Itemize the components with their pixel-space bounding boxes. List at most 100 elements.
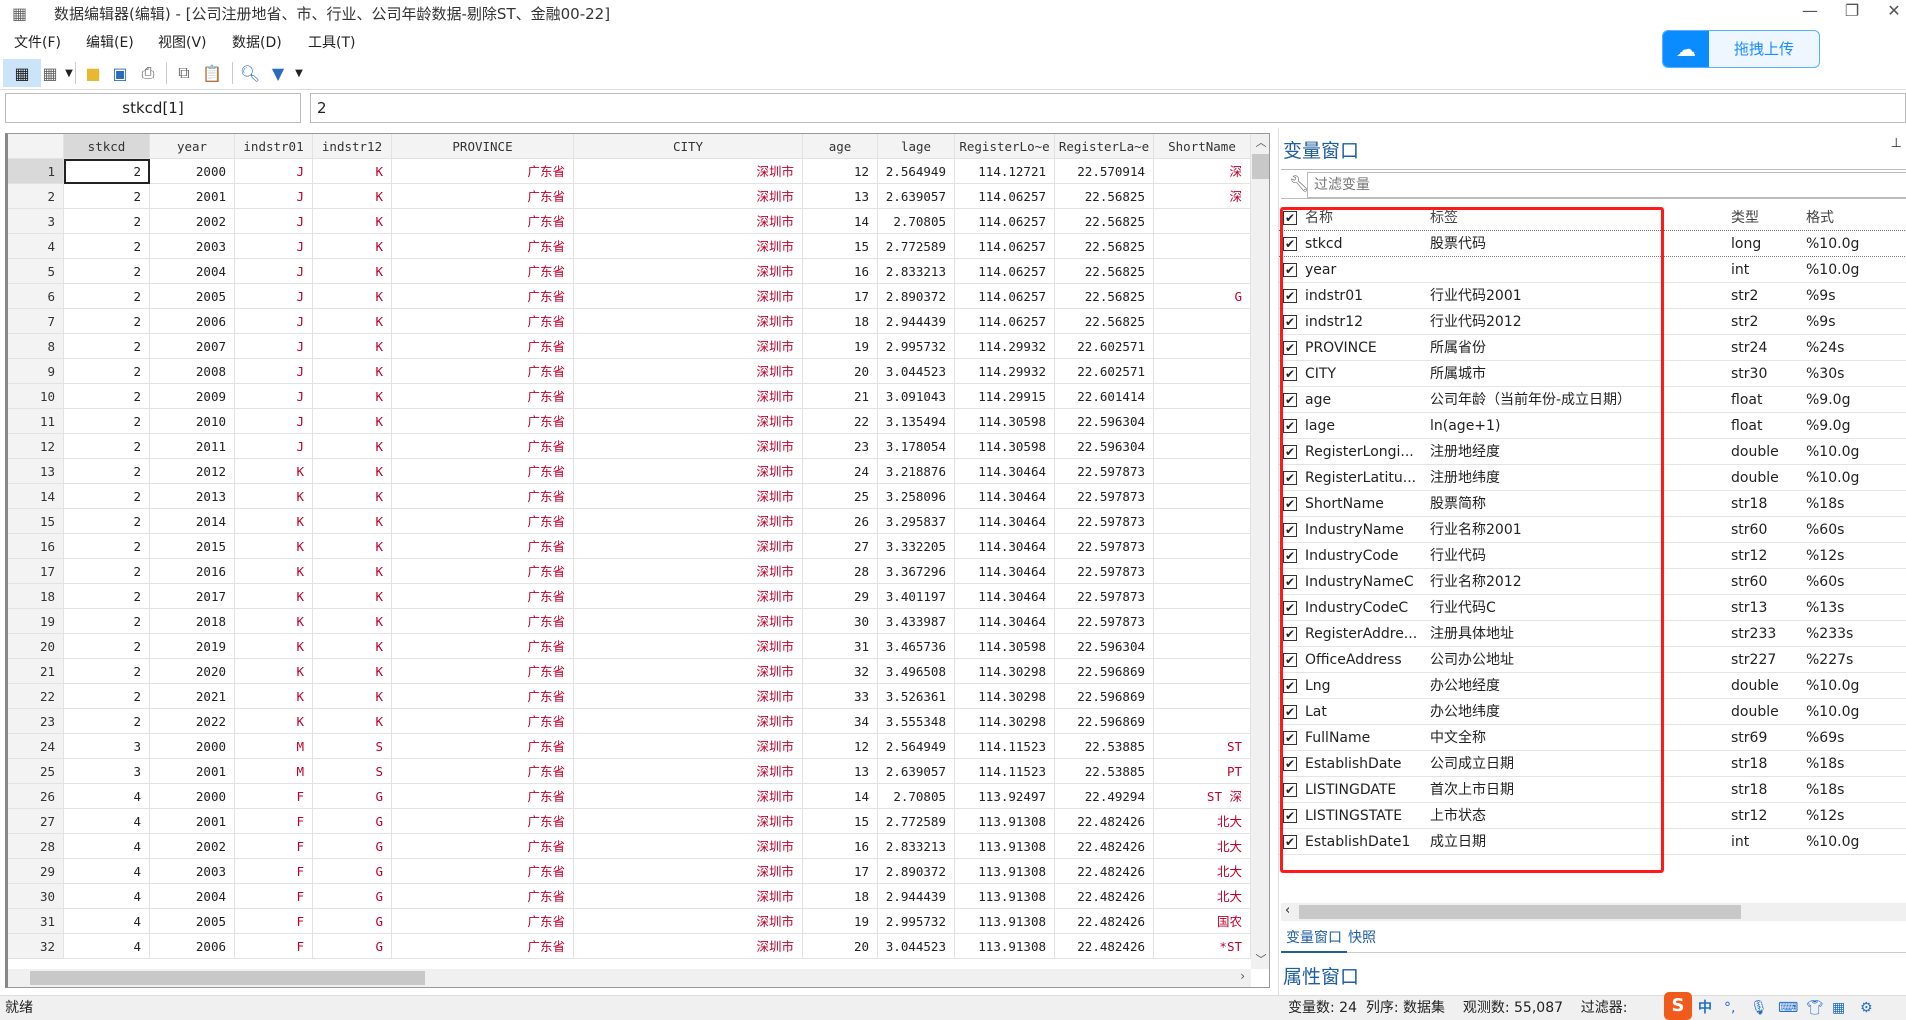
table-cell[interactable]: 广东省 [392,159,574,184]
table-cell[interactable]: 3 [64,734,150,759]
table-cell[interactable]: 114.30298 [955,659,1055,684]
table-cell[interactable]: 2.995732 [878,334,955,359]
table-cell[interactable]: 16 [803,834,878,859]
row-number[interactable]: 22 [8,684,64,709]
table-cell[interactable]: 22.596304 [1055,409,1154,434]
table-cell[interactable]: K [235,559,313,584]
close-button[interactable]: ✕ [1874,0,1906,24]
table-cell[interactable]: 33 [803,684,878,709]
table-cell[interactable]: 广东省 [392,759,574,784]
column-header[interactable]: indstr01 [235,134,313,159]
table-cell[interactable] [1154,659,1251,684]
scroll-right-icon[interactable]: › [1240,969,1245,983]
table-cell[interactable] [1154,409,1251,434]
row-number[interactable]: 16 [8,534,64,559]
table-cell[interactable]: 2 [64,259,150,284]
table-cell[interactable]: 15 [803,234,878,259]
row-number[interactable]: 4 [8,234,64,259]
table-cell[interactable]: 14 [803,209,878,234]
table-cell[interactable]: K [313,509,392,534]
table-cell[interactable]: 深圳市 [574,259,803,284]
row-number[interactable]: 2 [8,184,64,209]
table-cell[interactable]: 2 [64,584,150,609]
table-cell[interactable]: 深圳市 [574,909,803,934]
table-cell[interactable]: K [313,534,392,559]
table-cell[interactable]: 广东省 [392,259,574,284]
table-cell[interactable]: 2 [64,209,150,234]
table-cell[interactable]: 广东省 [392,909,574,934]
row-number[interactable]: 23 [8,709,64,734]
table-cell[interactable]: 114.30598 [955,634,1055,659]
table-cell[interactable]: 深圳市 [574,334,803,359]
table-cell[interactable]: 2000 [150,734,235,759]
table-cell[interactable]: 22.53885 [1055,734,1154,759]
table-cell[interactable]: 2.70805 [878,784,955,809]
column-header[interactable]: year [150,134,235,159]
table-cell[interactable]: 2.772589 [878,809,955,834]
table-cell[interactable]: 深圳市 [574,609,803,634]
table-cell[interactable]: 2 [64,634,150,659]
menu-tools[interactable]: 工具(T) [308,32,355,52]
table-cell[interactable]: 广东省 [392,859,574,884]
column-header[interactable]: indstr12 [313,134,392,159]
table-cell[interactable]: 2009 [150,384,235,409]
table-cell[interactable]: 深圳市 [574,209,803,234]
microphone-icon[interactable]: 🎙︎ [1750,996,1768,1020]
table-cell[interactable]: 2.639057 [878,184,955,209]
table-cell[interactable]: 23 [803,434,878,459]
table-cell[interactable]: K [313,184,392,209]
table-cell[interactable]: K [313,384,392,409]
table-cell[interactable]: K [313,159,392,184]
scroll-left-icon[interactable]: ‹ [1285,903,1290,918]
table-cell[interactable]: 3.367296 [878,559,955,584]
ime-chinese-icon[interactable]: 中 [1698,996,1712,1020]
table-cell[interactable]: 广东省 [392,784,574,809]
table-cell[interactable]: 114.11523 [955,734,1055,759]
row-number[interactable]: 10 [8,384,64,409]
table-cell[interactable] [1154,534,1251,559]
scroll-thumb[interactable] [1299,905,1741,919]
table-cell[interactable]: 深圳市 [574,634,803,659]
column-header[interactable]: CITY [574,134,803,159]
table-cell[interactable]: 深圳市 [574,459,803,484]
table-cell[interactable]: ST [1154,734,1251,759]
keyboard-icon[interactable]: ⌨ [1778,996,1798,1020]
table-cell[interactable]: 22.597873 [1055,509,1154,534]
table-cell[interactable] [1154,609,1251,634]
row-number[interactable]: 27 [8,809,64,834]
table-cell[interactable]: 2 [64,659,150,684]
table-cell[interactable]: 深圳市 [574,234,803,259]
copy-icon[interactable]: ⧉ [170,59,198,87]
table-cell[interactable]: J [235,409,313,434]
menu-file[interactable]: 文件(F) [14,32,61,52]
row-number[interactable]: 29 [8,859,64,884]
table-cell[interactable]: J [235,359,313,384]
table-cell[interactable]: 113.91308 [955,834,1055,859]
table-cell[interactable]: 广东省 [392,659,574,684]
table-cell[interactable]: K [235,484,313,509]
table-cell[interactable]: 22.56825 [1055,184,1154,209]
table-cell[interactable]: 32 [803,659,878,684]
table-cell[interactable]: 2.564949 [878,734,955,759]
table-cell[interactable]: 4 [64,884,150,909]
table-cell[interactable]: 2.890372 [878,859,955,884]
table-cell[interactable]: 广东省 [392,734,574,759]
table-cell[interactable]: G [313,784,392,809]
table-cell[interactable]: G [313,859,392,884]
row-number[interactable]: 9 [8,359,64,384]
table-cell[interactable]: K [235,609,313,634]
table-cell[interactable]: 22.482426 [1055,859,1154,884]
table-cell[interactable]: 24 [803,459,878,484]
table-cell[interactable]: 广东省 [392,884,574,909]
table-cell[interactable]: 2 [64,509,150,534]
menu-edit[interactable]: 编辑(E) [86,32,134,52]
table-cell[interactable]: 22.601414 [1055,384,1154,409]
table-cell[interactable]: 2017 [150,584,235,609]
table-cell[interactable]: 广东省 [392,709,574,734]
table-cell[interactable]: 25 [803,484,878,509]
table-cell[interactable]: 2 [64,609,150,634]
column-header[interactable]: stkcd [64,134,150,159]
table-cell[interactable]: 2021 [150,684,235,709]
table-cell[interactable]: 22.56825 [1055,284,1154,309]
table-cell[interactable]: G [313,884,392,909]
